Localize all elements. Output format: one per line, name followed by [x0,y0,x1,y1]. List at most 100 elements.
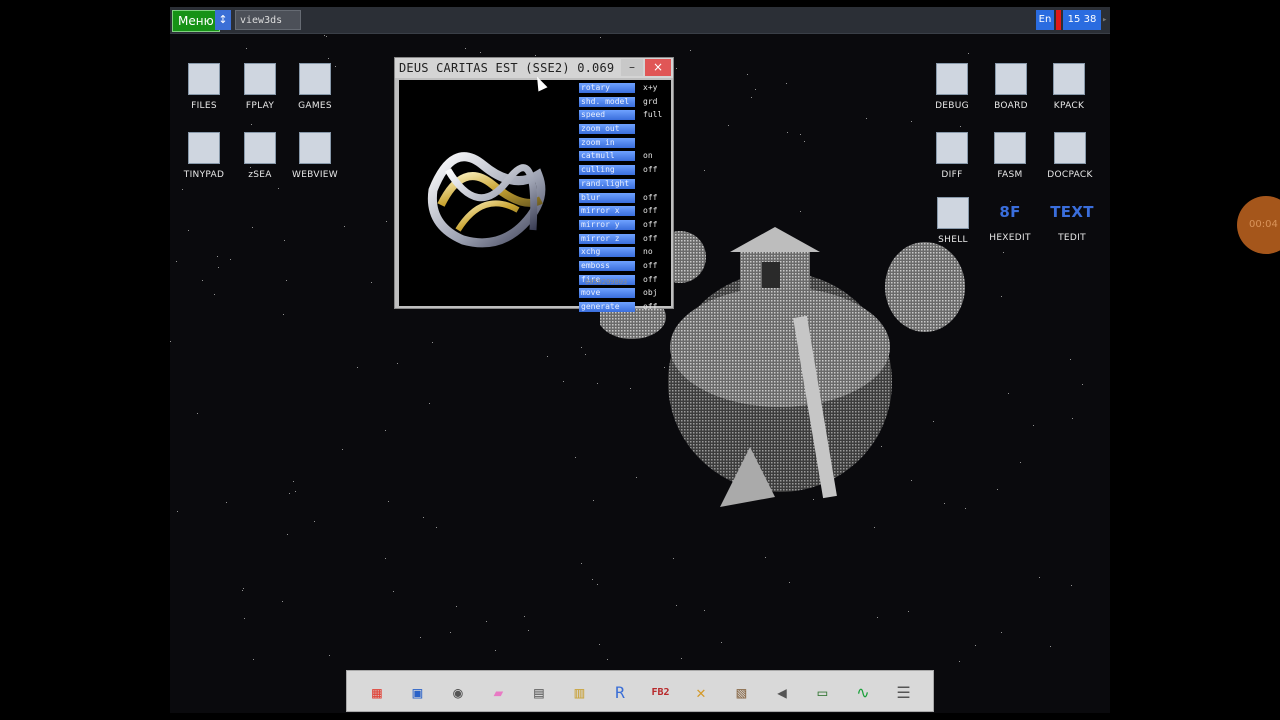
notes-icon[interactable]: ▥ [565,678,595,706]
desktop-icon-fasm[interactable]: FASM [980,132,1040,180]
overlay-id-text: 0050209803 [585,278,628,286]
desktop-icon-webview[interactable]: WEBVIEW [285,132,345,180]
system-monitor-icon[interactable]: ∿ [848,678,878,706]
desktop-icon-hexedit[interactable]: 8F HEXEDIT [980,197,1040,243]
calculator-icon[interactable]: ▤ [524,678,554,706]
control-button-zoom-out[interactable]: zoom out [579,124,635,135]
notepad-icon [188,132,220,164]
control-button-mirror-x[interactable]: mirror x [579,206,635,217]
globe-icon [299,132,331,164]
desktop-icon-kpack[interactable]: KPACK [1039,63,1099,111]
control-button-zoom-in[interactable]: zoom in [579,137,635,148]
control-button-emboss[interactable]: emboss [579,260,635,271]
star [599,644,600,645]
archive-icon[interactable]: ▧ [727,678,757,706]
recording-badge[interactable]: 00:04 [1237,196,1280,254]
control-button-shd-model[interactable]: shd. model [579,96,635,107]
star [326,36,327,37]
star [242,590,243,591]
star [673,558,674,559]
control-button-speed[interactable]: speed [579,110,635,121]
desktop-icon-tinypad[interactable]: TINYPAD [174,132,234,180]
control-row: generate off [579,300,671,314]
control-button-mirror-z[interactable]: mirror z [579,233,635,244]
tools-icon[interactable]: ✕ [686,678,716,706]
control-button-rand-light[interactable]: rand.light [579,178,635,189]
settings-sliders-icon[interactable]: ☰ [889,678,919,706]
desktop-icon-diff[interactable]: DIFF [922,132,982,180]
board-icon [995,63,1027,95]
desktop-icon-tedit[interactable]: TEXT TEDIT [1042,197,1102,243]
star [293,481,294,482]
control-button-blur[interactable]: blur [579,192,635,203]
star [877,617,878,618]
volume-icon[interactable]: ◀ [767,678,797,706]
desktop-icon-zsea[interactable]: zSEA [230,132,290,180]
taskbar-item-view3ds[interactable]: view3ds [235,10,301,30]
control-button-generate[interactable]: generate [579,302,635,312]
star [456,606,457,607]
star [278,188,279,189]
eraser-icon[interactable]: ▰ [484,678,514,706]
minimize-button[interactable]: – [621,59,643,76]
desktop-icon-fplay[interactable]: FPLAY [230,63,290,111]
star [230,259,231,260]
chip-icon[interactable]: ▣ [403,678,433,706]
translate-icon[interactable]: R [605,678,635,706]
speaker-icon[interactable]: ◉ [443,678,473,706]
control-value: obj [643,288,658,298]
star [423,517,424,518]
desktop-screen: Меню ↕ view3ds En 15 38 ▸ FILES FPLAY GAME… [170,7,1110,713]
control-button-catmull[interactable]: catmull [579,151,635,162]
sea-icon [244,132,276,164]
desktop-icon-label: TEDIT [1058,233,1086,243]
window-switcher-button[interactable]: ↕ [215,10,231,30]
desktop-icon-board[interactable]: BOARD [981,63,1041,111]
view3ds-window: DEUS CARITAS EST (SSE2) 0.069 – × rotary… [394,57,674,312]
control-row: mirror z off [579,232,671,246]
clock[interactable]: 15 38 [1063,10,1101,30]
star [429,403,430,404]
cube-icon[interactable]: ▦ [362,678,392,706]
main-menu-button[interactable]: Меню [172,10,220,32]
desktop-icon-debug[interactable]: DEBUG [922,63,982,111]
star [997,489,998,490]
panel-arrow-icon[interactable]: ▸ [1102,15,1107,25]
star [597,383,598,384]
star [295,491,296,492]
control-button-xchg[interactable]: xchg [579,247,635,258]
control-row: xchg no [579,245,671,259]
control-button-rotary[interactable]: rotary [579,83,635,93]
star [911,121,912,122]
star [217,256,218,257]
star [960,126,961,127]
star [866,118,867,119]
star [704,170,705,171]
star [226,502,227,503]
star [385,430,386,431]
fb2-reader-icon[interactable]: FB2 [646,678,676,706]
diff-icon [936,132,968,164]
close-button[interactable]: × [645,59,671,76]
control-button-mirror-y[interactable]: mirror y [579,219,635,230]
star [393,591,394,592]
control-value: no [643,247,653,257]
desktop-icon-files[interactable]: FILES [174,63,234,111]
control-value: off [643,302,658,311]
star [607,659,608,660]
render-viewport[interactable]: rotary x+y shd. model grd speed full zoom out z… [399,80,671,312]
star [721,642,722,643]
window-titlebar[interactable]: DEUS CARITAS EST (SSE2) 0.069 – × [395,58,673,78]
control-button-move[interactable]: move [579,288,635,299]
desktop-icon-label: FASM [997,170,1023,180]
keyboard-layout-button[interactable]: En [1036,10,1054,30]
desktop-icon-games[interactable]: GAMES [285,63,345,111]
desktop-icon-label: HEXEDIT [989,233,1031,243]
control-value: grd [643,96,658,106]
monitor-icon[interactable]: ▭ [808,678,838,706]
desktop-icon-docpack[interactable]: DOCPACK [1040,132,1100,180]
control-button-culling[interactable]: culling [579,165,635,176]
desktop-icon-shell[interactable]: SHELL [923,197,983,245]
star [314,521,315,522]
desktop-icon-label: zSEA [248,170,272,180]
